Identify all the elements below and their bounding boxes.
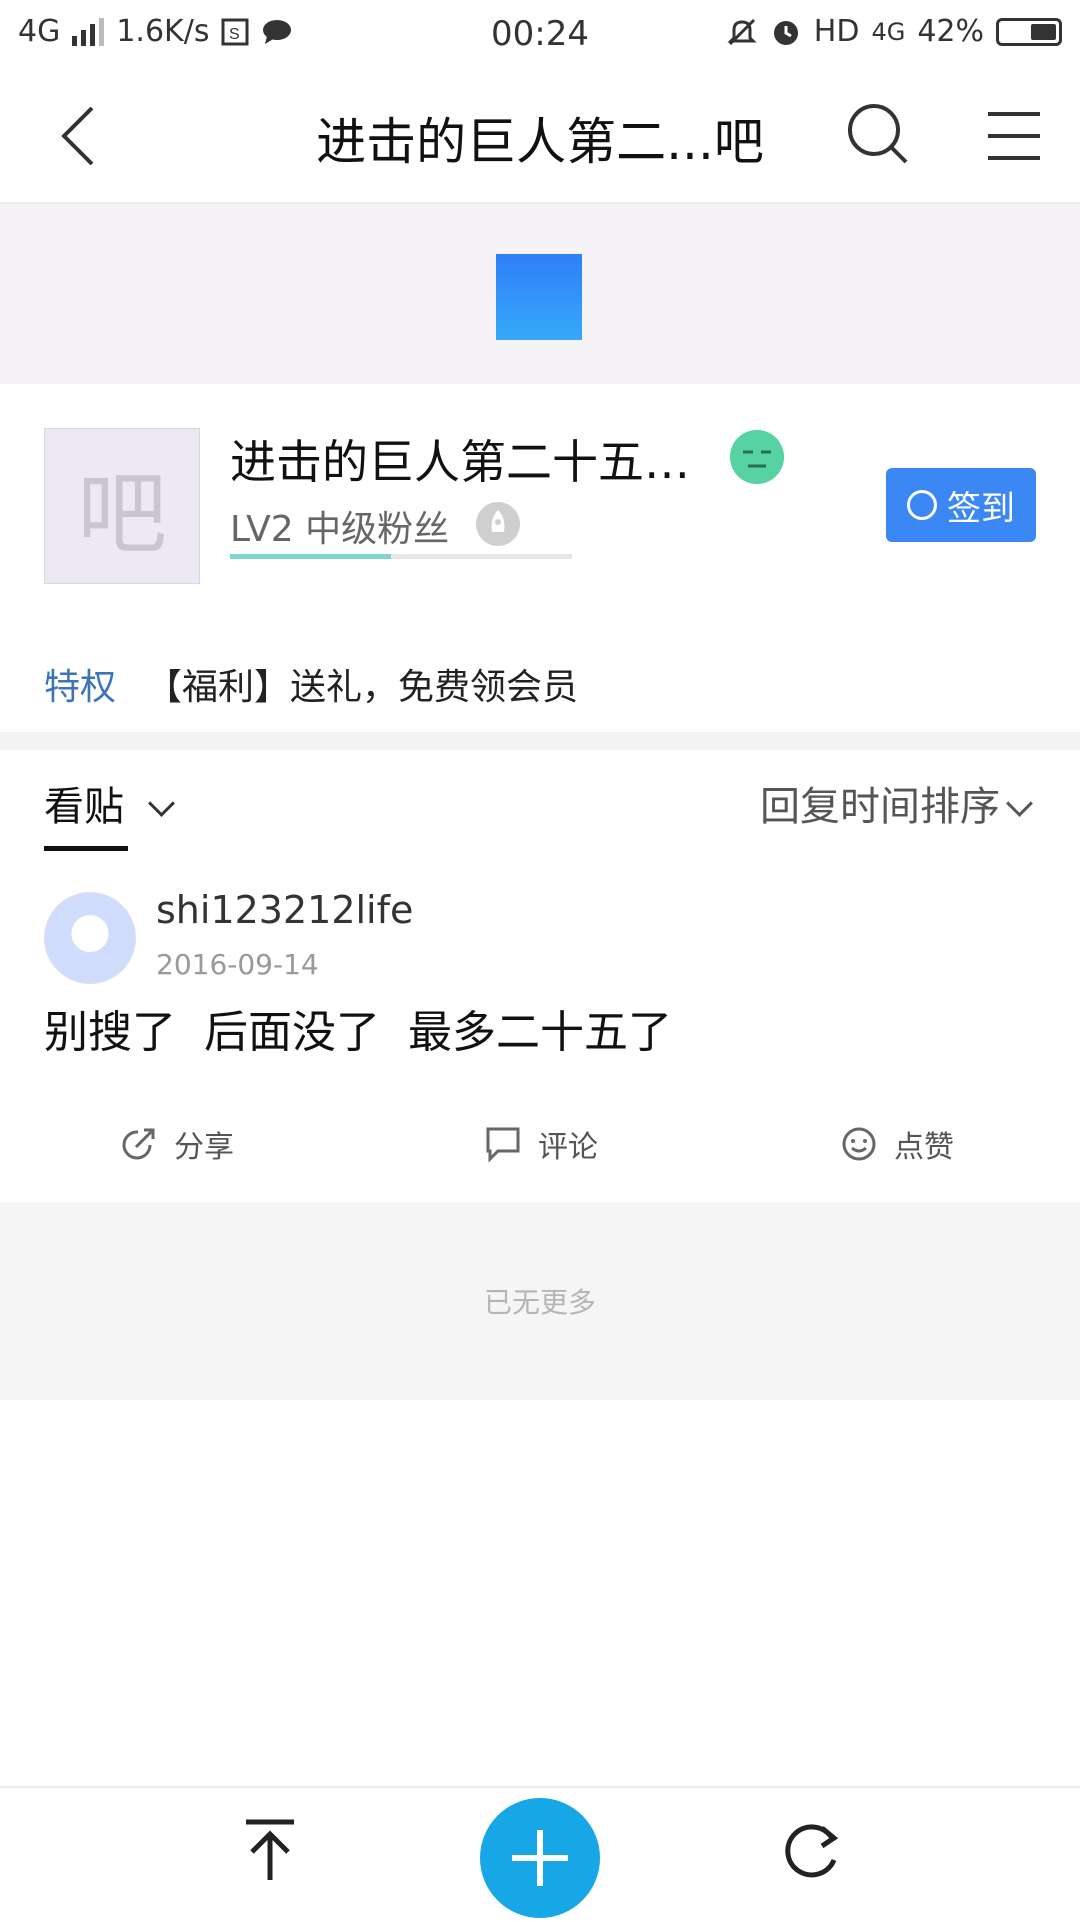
- status-right: HD 4G 42%: [726, 14, 1062, 49]
- share-icon: [122, 1128, 155, 1160]
- alarm-icon: [773, 20, 798, 45]
- post-content[interactable]: 别搜了 后面没了 最多二十五了: [44, 996, 672, 1060]
- sort-chevron-down-icon[interactable]: [1006, 790, 1033, 817]
- mute-icon: [727, 18, 757, 45]
- post-username[interactable]: shi123212life: [156, 888, 413, 932]
- network-right-label: 4G: [871, 17, 906, 46]
- comment-button[interactable]: 评论: [484, 1122, 598, 1166]
- create-post-button[interactable]: [480, 1798, 600, 1918]
- like-icon: [842, 1127, 876, 1161]
- post-tabs: 看贴 回复时间排序: [0, 750, 1080, 854]
- section-divider: [0, 732, 1080, 750]
- share-label: 分享: [174, 1130, 234, 1165]
- menu-icon[interactable]: [986, 108, 1042, 164]
- level-progress-bar: [230, 554, 572, 559]
- comment-label: 评论: [538, 1130, 598, 1165]
- level-progress-fill: [230, 554, 391, 559]
- sign-in-label: 签到: [947, 488, 1015, 529]
- back-to-top-icon[interactable]: [242, 1818, 298, 1882]
- bottom-bar: [0, 1786, 1080, 1922]
- post-item[interactable]: shi123212life 2016-09-14 别搜了 后面没了 最多二十五了…: [0, 852, 1080, 1202]
- sign-in-button[interactable]: 签到: [886, 468, 1036, 542]
- back-icon[interactable]: [56, 102, 100, 170]
- no-more-indicator: 已无更多: [0, 1202, 1080, 1400]
- battery-icon: [996, 17, 1062, 46]
- status-bar: 4G 1.6K/s S 00:24 HD 4G 42%: [0, 0, 1080, 70]
- share-button[interactable]: 分享: [120, 1122, 234, 1166]
- banner-image: [496, 254, 582, 340]
- user-level: LV2 中级粉丝: [230, 509, 450, 550]
- post-date: 2016-09-14: [156, 948, 319, 981]
- no-more-text: 已无更多: [483, 1286, 596, 1319]
- tab-underline: [44, 846, 128, 851]
- like-label: 点赞: [894, 1130, 954, 1165]
- forum-banner: [0, 204, 1080, 384]
- battery-percent: 42%: [917, 14, 984, 49]
- nav-bar: 进击的巨人第二...吧: [0, 70, 1080, 204]
- page-title: 进击的巨人第二...吧: [316, 113, 764, 171]
- search-icon[interactable]: [846, 102, 912, 168]
- emoji-face-icon: [730, 430, 784, 484]
- hd-label: HD: [813, 14, 860, 49]
- privilege-label: 特权: [44, 667, 117, 708]
- user-avatar[interactable]: [44, 892, 136, 984]
- comment-icon: [486, 1127, 520, 1163]
- tab-view-posts[interactable]: 看贴: [44, 774, 124, 832]
- forum-avatar[interactable]: 吧: [44, 428, 200, 584]
- refresh-icon[interactable]: [782, 1820, 842, 1880]
- sign-icon: [907, 490, 937, 520]
- chevron-down-icon[interactable]: [148, 790, 175, 817]
- forum-info: 吧 进击的巨人第二十五… LV2 中级粉丝 签到: [0, 384, 1080, 632]
- forum-name: 进击的巨人第二十五…: [230, 435, 690, 489]
- like-button[interactable]: 点赞: [840, 1122, 954, 1166]
- plus-icon: [512, 1830, 568, 1886]
- privilege-text[interactable]: 【福利】送礼，免费领会员: [146, 658, 578, 710]
- sort-dropdown[interactable]: 回复时间排序: [760, 774, 1000, 832]
- privilege-row[interactable]: 特权 【福利】送礼，免费领会员: [0, 630, 1080, 732]
- rocket-icon: [476, 502, 520, 546]
